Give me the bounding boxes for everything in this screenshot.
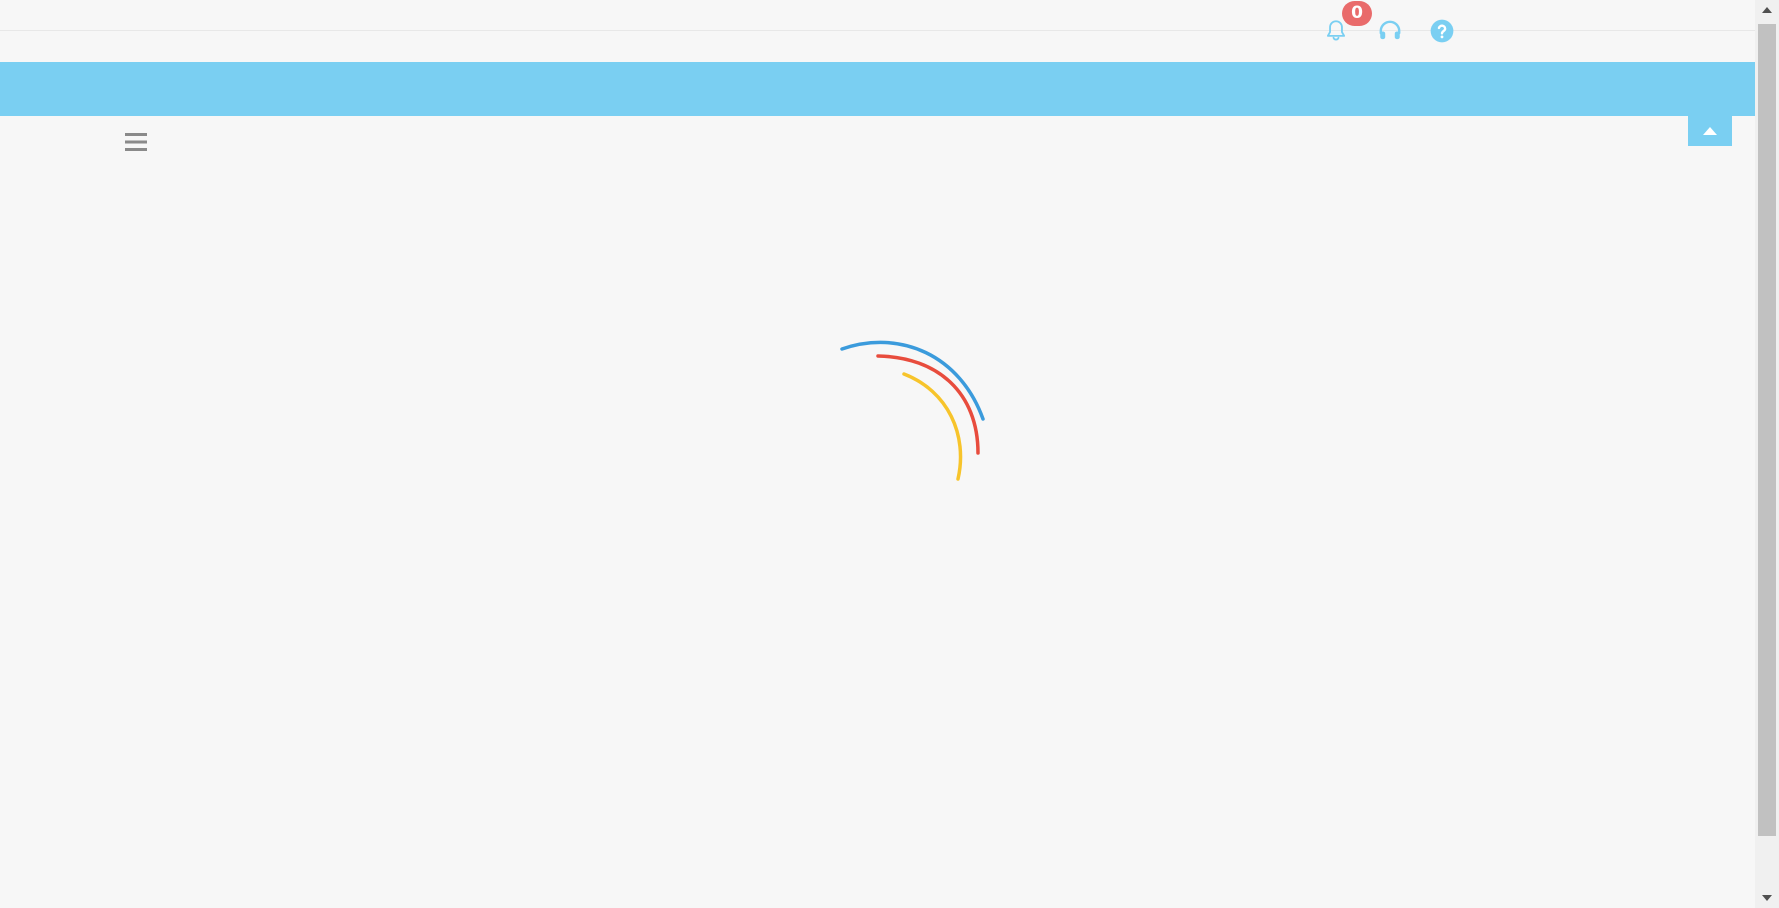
- headset-icon: [1379, 20, 1401, 40]
- spinner-arc-red: [876, 354, 980, 455]
- scroll-up-arrow-icon: [1762, 7, 1772, 13]
- notification-count-badge: 0: [1342, 1, 1372, 26]
- header-banner: [0, 62, 1755, 116]
- app-page: 0: [0, 0, 1779, 908]
- spinner-arc-blue: [840, 340, 985, 421]
- collapse-banner-button[interactable]: [1688, 116, 1732, 146]
- page-scrollbar[interactable]: [1755, 0, 1779, 908]
- spinner-arc-yellow: [902, 372, 963, 481]
- help-circle-icon: [1430, 19, 1454, 43]
- support-button[interactable]: [1376, 17, 1404, 45]
- scroll-up-button[interactable]: [1755, 0, 1779, 20]
- scroll-down-button[interactable]: [1755, 888, 1779, 908]
- top-header: 0: [0, 0, 1755, 43]
- help-button[interactable]: [1428, 17, 1456, 45]
- scrollbar-thumb[interactable]: [1758, 24, 1776, 836]
- menu-toggle-button[interactable]: [124, 130, 148, 154]
- caret-up-icon: [1703, 127, 1717, 135]
- scroll-down-arrow-icon: [1762, 895, 1772, 901]
- loading-spinner: [840, 340, 985, 481]
- hamburger-menu-icon: [125, 133, 147, 151]
